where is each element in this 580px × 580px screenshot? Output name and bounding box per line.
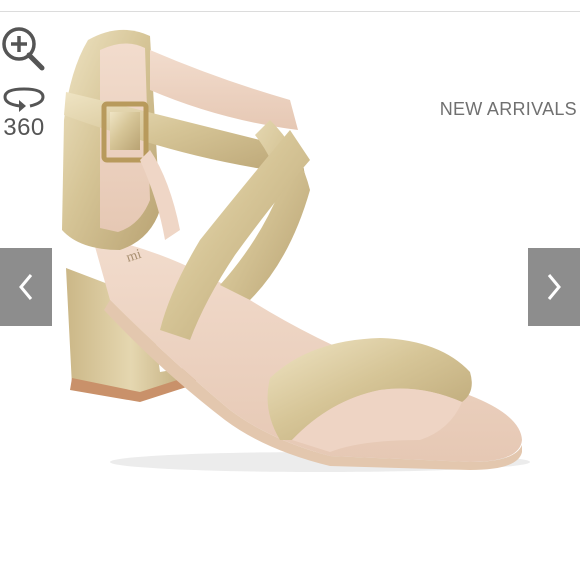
- buckle-strap: [110, 112, 140, 150]
- chevron-right-icon: [547, 274, 561, 300]
- previous-image-button[interactable]: [0, 248, 52, 326]
- chevron-left-icon: [19, 274, 33, 300]
- product-image: mi: [62, 29, 530, 472]
- zoom-button[interactable]: [0, 26, 46, 72]
- rotate-360-label: 360: [3, 114, 45, 141]
- top-divider: [0, 11, 580, 12]
- ankle-strap-inner: [150, 50, 298, 130]
- rotate-360-icon: [3, 87, 45, 112]
- rotate-360-button[interactable]: 360: [0, 84, 48, 144]
- next-image-button[interactable]: [528, 248, 580, 326]
- zoom-in-icon: [2, 27, 45, 71]
